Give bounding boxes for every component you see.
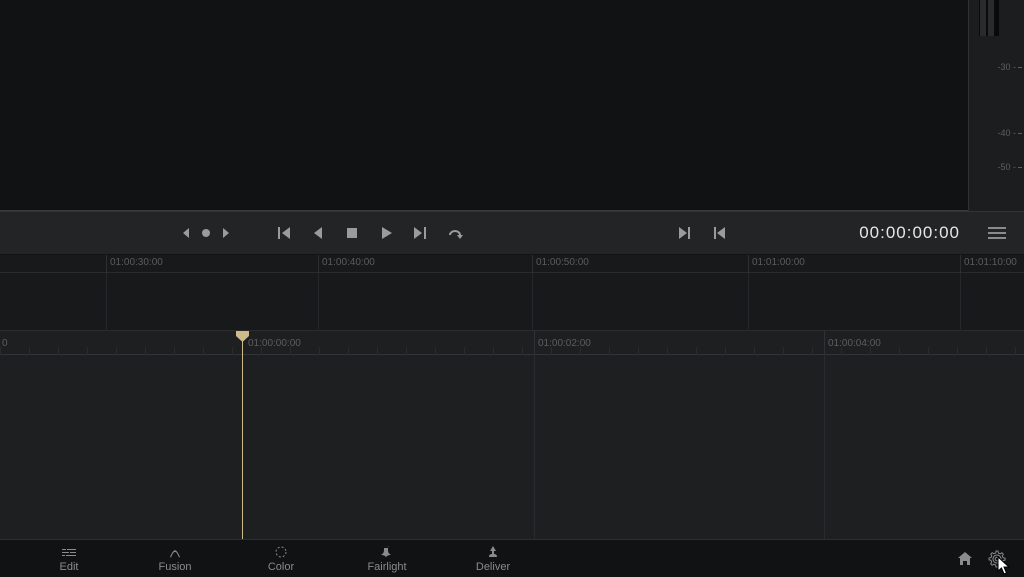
playhead-line: [242, 331, 243, 539]
fusion-icon: [167, 545, 183, 559]
overview-lane[interactable]: [0, 273, 1024, 331]
meter-bars: [979, 0, 999, 36]
timeline-tracks[interactable]: [0, 355, 1024, 539]
settings-icon[interactable]: [988, 550, 1006, 568]
transport-bar: 00:00:00:00: [0, 211, 1024, 255]
next-marker-icon[interactable]: [676, 225, 692, 241]
edit-icon: [61, 545, 77, 559]
timecode-display[interactable]: 00:00:00:00: [859, 223, 960, 243]
overview-ruler-tick: 01:00:50:00: [536, 257, 589, 268]
next-nav-icon[interactable]: [220, 228, 230, 238]
meter-scale-mark: -40 -: [997, 128, 1016, 138]
page-deliver[interactable]: Deliver: [440, 540, 546, 577]
play-icon[interactable]: [378, 225, 394, 241]
page-label: Fairlight: [367, 561, 406, 573]
loop-icon[interactable]: [446, 225, 466, 241]
playhead-handle[interactable]: [236, 331, 249, 342]
overview-ruler[interactable]: 01:00:30:00 01:00:40:00 01:00:50:00 01:01:0…: [0, 255, 1024, 273]
page-label: Fusion: [158, 561, 191, 573]
page-fusion[interactable]: Fusion: [122, 540, 228, 577]
overview-ruler-tick: 01:00:30:00: [110, 257, 163, 268]
timeline-ruler[interactable]: 0 01:00:00:00 01:00:02:00 01:00:04:00: [0, 331, 1024, 355]
record-dot-icon[interactable]: [202, 229, 210, 237]
fairlight-icon: [379, 545, 395, 559]
page-color[interactable]: Color: [228, 540, 334, 577]
timeline-ruler-tick: 01:00:02:00: [538, 338, 591, 349]
page-fairlight[interactable]: Fairlight: [334, 540, 440, 577]
timeline-ruler-tick: 01:00:04:00: [828, 338, 881, 349]
page-label: Deliver: [476, 561, 510, 573]
page-label: Edit: [60, 561, 79, 573]
go-to-start-icon[interactable]: [276, 225, 292, 241]
deliver-icon: [485, 545, 501, 559]
meter-scale-mark: -30 -: [997, 62, 1016, 72]
step-back-icon[interactable]: [310, 225, 326, 241]
viewer-canvas[interactable]: [0, 0, 968, 211]
timeline-ruler-tick: 01:00:00:00: [248, 338, 301, 349]
audio-meter-panel: -30 - -40 - -50 -: [968, 0, 1024, 211]
overview-ruler-tick: 01:01:00:00: [752, 257, 805, 268]
go-to-end-icon[interactable]: [412, 225, 428, 241]
options-menu-icon[interactable]: [988, 227, 1006, 239]
page-label: Color: [268, 561, 294, 573]
prev-marker-icon[interactable]: [712, 225, 728, 241]
home-icon[interactable]: [956, 550, 974, 568]
page-edit[interactable]: Edit: [16, 540, 122, 577]
meter-scale-mark: -50 -: [997, 162, 1016, 172]
overview-ruler-tick: 01:00:40:00: [322, 257, 375, 268]
color-icon: [273, 545, 289, 559]
prev-nav-icon[interactable]: [182, 228, 192, 238]
stop-icon[interactable]: [344, 225, 360, 241]
overview-ruler-tick: 01:01:10:00: [964, 257, 1017, 268]
timeline-ruler-tick: 0: [2, 338, 8, 349]
page-switcher-bar: Edit Fusion Color Fairlight Deliver: [0, 539, 1024, 577]
